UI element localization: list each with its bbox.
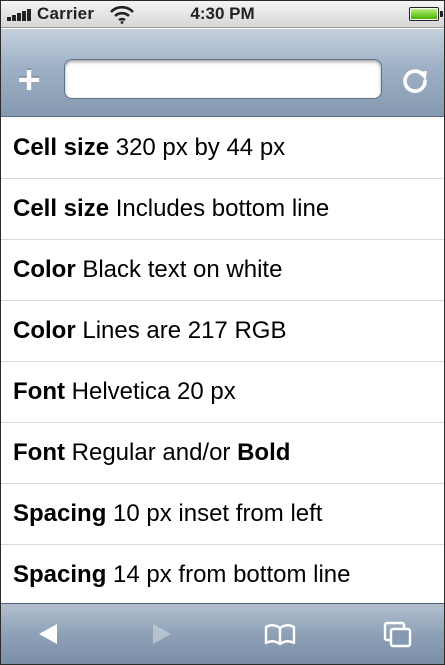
row-text: Black text on white [75, 256, 283, 283]
row-text: Regular and/or [64, 439, 238, 466]
table-row[interactable]: Cell size Includes bottom line [1, 179, 444, 240]
battery-icon [409, 7, 443, 21]
reload-icon[interactable] [397, 63, 433, 99]
plus-icon[interactable]: + [11, 60, 47, 100]
row-text: 14 px from bottom line [106, 561, 351, 588]
table-row[interactable]: Color Lines are 217 RGB [1, 301, 444, 362]
forward-icon [153, 624, 171, 644]
row-text: Helvetica 20 px [64, 378, 236, 405]
navigation-bar: + [1, 29, 444, 117]
table-row[interactable]: Spacing 10 px inset from left [1, 484, 444, 545]
row-key: Cell size [13, 195, 110, 222]
row-key: Font [13, 439, 65, 466]
table-row[interactable]: Cell size 320 px by 44 px [1, 118, 444, 179]
table-row[interactable]: Font Helvetica 20 px [1, 362, 444, 423]
address-field[interactable] [64, 59, 382, 99]
row-key: Font [13, 378, 65, 405]
pages-icon[interactable] [381, 618, 415, 650]
table-row[interactable]: Spacing 14 px from bottom line [1, 545, 444, 606]
row-bold-suffix: Bold [237, 439, 291, 466]
battery-level [411, 9, 437, 19]
bottom-toolbar [1, 603, 444, 664]
row-text: 320 px by 44 px [109, 134, 286, 161]
row-text: 10 px inset from left [106, 500, 323, 527]
row-text: Lines are 217 RGB [75, 317, 287, 344]
table-view: Cell size 320 px by 44 px Cell size Incl… [1, 118, 444, 606]
row-key: Spacing [13, 500, 107, 527]
row-key: Cell size [13, 134, 110, 161]
row-key: Spacing [13, 561, 107, 588]
status-bar: Carrier 4:30 PM [1, 1, 444, 28]
phone-screen: Carrier 4:30 PM + Cell size 320 px by 44… [0, 0, 445, 665]
row-key: Color [13, 256, 76, 283]
table-row[interactable]: Font Regular and/or Bold [1, 423, 444, 484]
status-time: 4:30 PM [190, 4, 255, 23]
back-icon[interactable] [31, 618, 65, 650]
row-key: Color [13, 317, 76, 344]
table-row[interactable]: Color Black text on white [1, 240, 444, 301]
bookmarks-icon[interactable] [263, 618, 297, 650]
row-text: Includes bottom line [109, 195, 330, 222]
